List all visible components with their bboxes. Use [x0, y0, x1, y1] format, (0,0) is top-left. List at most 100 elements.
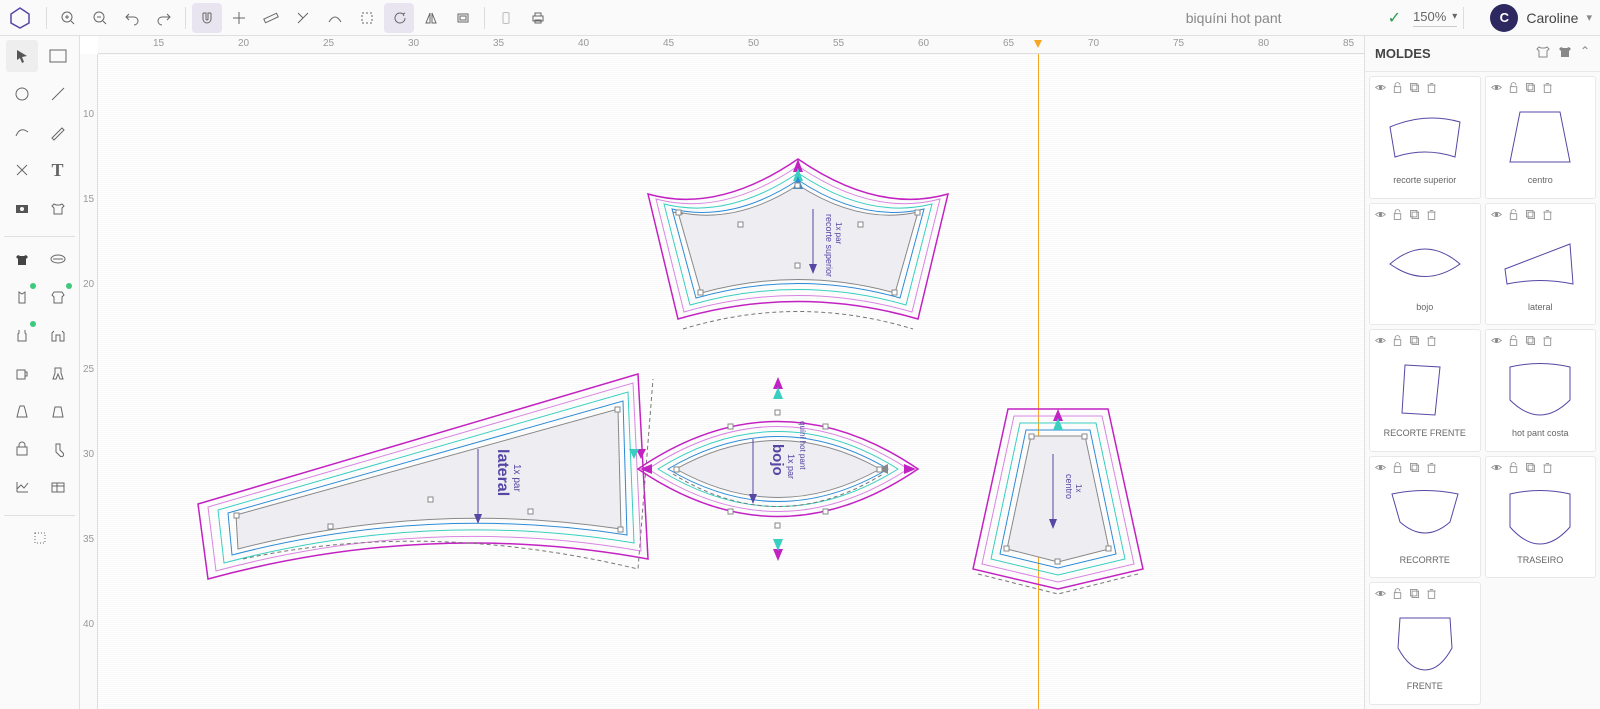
piece-lateral[interactable]: lateral 1x par	[178, 369, 688, 599]
visibility-icon[interactable]	[1374, 208, 1387, 224]
lock-icon[interactable]	[1507, 334, 1520, 350]
document-title-input[interactable]	[1104, 10, 1364, 26]
chevron-up-icon[interactable]: ⌃	[1580, 44, 1590, 63]
measure-button[interactable]	[256, 3, 286, 33]
tank-tool[interactable]	[6, 319, 38, 351]
sleeve-tool[interactable]	[42, 281, 74, 313]
lock-icon[interactable]	[1507, 461, 1520, 477]
redo-button[interactable]	[149, 3, 179, 33]
mug-tool[interactable]	[6, 357, 38, 389]
ellipse-tool[interactable]	[6, 78, 38, 110]
visibility-icon[interactable]	[1374, 81, 1387, 97]
trash-icon[interactable]	[1425, 587, 1438, 603]
vertical-guide[interactable]	[1038, 54, 1039, 709]
curve-tool[interactable]	[6, 116, 38, 148]
lock-icon[interactable]	[1391, 81, 1404, 97]
molde-card[interactable]: centro	[1485, 76, 1597, 199]
molde-card[interactable]: RECORTE FRENTE	[1369, 329, 1481, 452]
trash-icon[interactable]	[1425, 461, 1438, 477]
zoom-select[interactable]: 150% ▾	[1413, 9, 1457, 27]
trash-icon[interactable]	[1541, 461, 1554, 477]
trash-icon[interactable]	[1541, 208, 1554, 224]
lock-icon[interactable]	[1507, 208, 1520, 224]
duplicate-icon[interactable]	[1408, 81, 1421, 97]
trash-icon[interactable]	[1541, 334, 1554, 350]
visibility-icon[interactable]	[1490, 461, 1503, 477]
trash-icon[interactable]	[1425, 208, 1438, 224]
shirt-filled-icon[interactable]	[1558, 44, 1572, 63]
canvas-area[interactable]: 152025303540455055606570758085 101520253…	[80, 36, 1364, 709]
snap-magnet-button[interactable]	[192, 3, 222, 33]
vest-tool[interactable]	[6, 281, 38, 313]
piece-recorte-superior[interactable]: recorte superior 1x par	[628, 154, 968, 354]
table-tool[interactable]	[42, 471, 74, 503]
jacket-tool[interactable]	[42, 319, 74, 351]
piece-bojo[interactable]: bojo 1x par quíni hot pant	[628, 369, 928, 569]
zoom-value: 150%	[1413, 9, 1446, 24]
pencil-tool[interactable]	[42, 116, 74, 148]
visibility-icon[interactable]	[1490, 81, 1503, 97]
crop-tool[interactable]	[24, 522, 56, 554]
sock-tool[interactable]	[42, 433, 74, 465]
duplicate-icon[interactable]	[1524, 81, 1537, 97]
pattern-piece-tool[interactable]	[6, 243, 38, 275]
molde-card[interactable]: bojo	[1369, 203, 1481, 326]
duplicate-icon[interactable]	[1524, 208, 1537, 224]
bag-tool[interactable]	[6, 433, 38, 465]
visibility-icon[interactable]	[1374, 461, 1387, 477]
add-point-button[interactable]	[224, 3, 254, 33]
piece-centro[interactable]: centro 1x	[958, 394, 1158, 604]
transform-button[interactable]	[352, 3, 382, 33]
duplicate-icon[interactable]	[1408, 461, 1421, 477]
molde-card[interactable]: FRENTE	[1369, 582, 1481, 705]
duplicate-icon[interactable]	[1524, 334, 1537, 350]
molde-card[interactable]: RECORRTE	[1369, 456, 1481, 579]
tape-measure-tool[interactable]	[42, 243, 74, 275]
skirt-tool[interactable]	[42, 395, 74, 427]
shirt-outline-tool[interactable]	[42, 192, 74, 224]
trash-icon[interactable]	[1425, 334, 1438, 350]
mirror-button[interactable]	[416, 3, 446, 33]
visibility-icon[interactable]	[1490, 334, 1503, 350]
canvas[interactable]: recorte superior 1x par	[98, 54, 1364, 709]
print-button[interactable]	[523, 3, 553, 33]
rectangle-tool[interactable]	[42, 40, 74, 72]
lock-icon[interactable]	[1391, 587, 1404, 603]
undo-button[interactable]	[117, 3, 147, 33]
rotate-button[interactable]	[384, 3, 414, 33]
lock-icon[interactable]	[1391, 334, 1404, 350]
duplicate-icon[interactable]	[1408, 334, 1421, 350]
molde-card[interactable]: recorte superior	[1369, 76, 1481, 199]
zoom-in-button[interactable]	[53, 3, 83, 33]
molde-card[interactable]: hot pant costa	[1485, 329, 1597, 452]
visibility-icon[interactable]	[1490, 208, 1503, 224]
layers-button[interactable]	[491, 3, 521, 33]
trash-icon[interactable]	[1425, 81, 1438, 97]
select-tool[interactable]	[6, 40, 38, 72]
graph-tool[interactable]	[6, 471, 38, 503]
cut-button[interactable]	[288, 3, 318, 33]
shirt-outline-icon[interactable]	[1536, 44, 1550, 63]
lock-icon[interactable]	[1391, 208, 1404, 224]
zoom-out-button[interactable]	[85, 3, 115, 33]
duplicate-icon[interactable]	[1524, 461, 1537, 477]
trash-icon[interactable]	[1541, 81, 1554, 97]
visibility-icon[interactable]	[1374, 334, 1387, 350]
duplicate-icon[interactable]	[1408, 208, 1421, 224]
line-tool[interactable]	[42, 78, 74, 110]
pants-tool[interactable]	[42, 357, 74, 389]
lock-icon[interactable]	[1391, 461, 1404, 477]
molde-preview	[1374, 228, 1476, 300]
lock-icon[interactable]	[1507, 81, 1520, 97]
seam-allowance-button[interactable]	[448, 3, 478, 33]
curve-button[interactable]	[320, 3, 350, 33]
visibility-icon[interactable]	[1374, 587, 1387, 603]
molde-card[interactable]: lateral	[1485, 203, 1597, 326]
molde-card[interactable]: TRASEIRO	[1485, 456, 1597, 579]
delete-tool[interactable]	[6, 154, 38, 186]
text-tool[interactable]: T	[42, 154, 74, 186]
duplicate-icon[interactable]	[1408, 587, 1421, 603]
user-menu[interactable]: C Caroline ▾	[1490, 4, 1592, 32]
camera-tool[interactable]	[6, 192, 38, 224]
dress-tool[interactable]	[6, 395, 38, 427]
